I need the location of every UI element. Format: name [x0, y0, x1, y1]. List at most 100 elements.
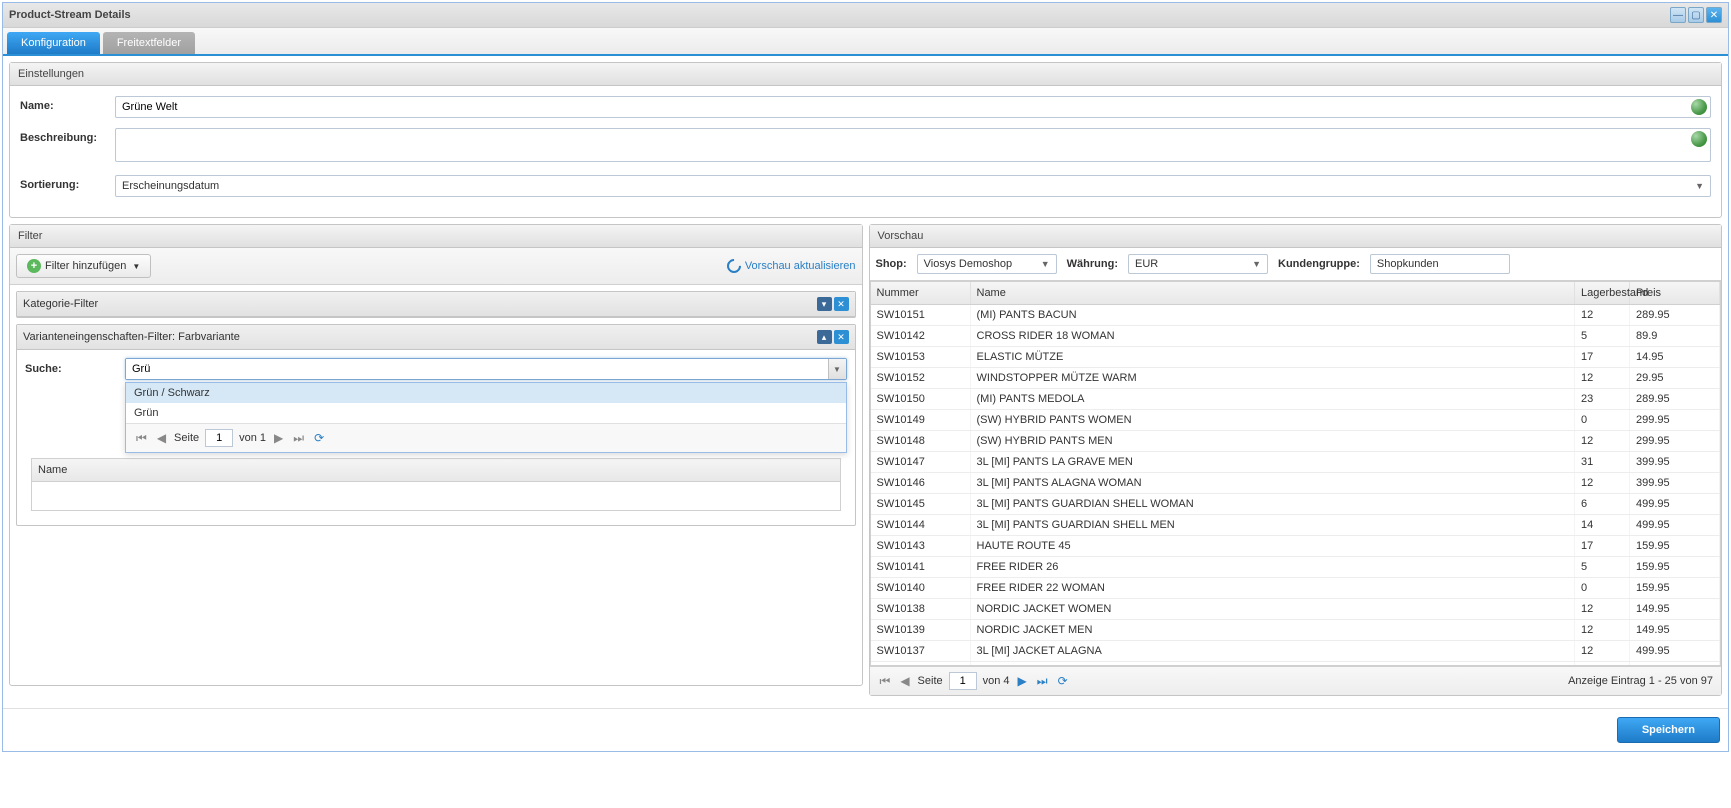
first-page-icon[interactable]: ⏮: [134, 431, 149, 446]
table-row[interactable]: SW10151(MI) PANTS BACUN12289.95: [871, 305, 1721, 326]
cell-name: NORDIC JACKET MEN: [971, 620, 1576, 640]
col-stock[interactable]: Lagerbestand: [1575, 282, 1630, 304]
minimize-icon[interactable]: —: [1670, 7, 1686, 23]
cell-stock: 23: [1575, 662, 1630, 665]
category-filter: Kategorie-Filter ▾ ✕: [16, 291, 856, 318]
chevron-down-icon: ▼: [1041, 259, 1050, 269]
cell-price: 499.95: [1630, 641, 1720, 661]
collapse-icon[interactable]: ▾: [817, 297, 832, 311]
search-input[interactable]: [126, 359, 828, 379]
filter-panel-title: Filter: [10, 225, 862, 248]
cell-name: 3L [MI] PANTS ALAGNA WOMAN: [971, 473, 1576, 493]
table-row[interactable]: SW10136MERINO TEC-FLEECE JACKET HERREN23…: [871, 662, 1721, 665]
add-filter-button[interactable]: + Filter hinzufügen ▼: [16, 254, 151, 278]
refresh-icon[interactable]: ⟳: [312, 431, 326, 445]
table-row[interactable]: SW10148(SW) HYBRID PANTS MEN12299.95: [871, 431, 1721, 452]
preview-panel: Vorschau Shop: Viosys Demoshop ▼ Währung…: [869, 224, 1723, 696]
table-row[interactable]: SW10153ELASTIC MÜTZE1714.95: [871, 347, 1721, 368]
dropdown-item[interactable]: Grün / Schwarz: [126, 383, 846, 403]
shop-combo[interactable]: Viosys Demoshop ▼: [917, 254, 1057, 274]
cell-stock: 6: [1575, 494, 1630, 514]
table-row[interactable]: SW10150(MI) PANTS MEDOLA23289.95: [871, 389, 1721, 410]
first-page-icon[interactable]: ⏮: [878, 674, 893, 689]
cell-price: 159.95: [1630, 536, 1720, 556]
collapse-icon[interactable]: ▴: [817, 330, 832, 344]
table-row[interactable]: SW101373L [MI] JACKET ALAGNA12499.95: [871, 641, 1721, 662]
desc-input[interactable]: [115, 128, 1711, 162]
refresh-icon[interactable]: ⟳: [1056, 674, 1070, 688]
group-value: Shopkunden: [1377, 258, 1439, 270]
cell-name: NORDIC JACKET WOMEN: [971, 599, 1576, 619]
prev-page-icon[interactable]: ◀: [898, 674, 911, 688]
last-page-icon[interactable]: ⏭: [291, 431, 306, 446]
group-label: Kundengruppe:: [1278, 258, 1360, 270]
sort-combo[interactable]: Erscheinungsdatum ▼: [115, 175, 1711, 197]
cell-name: (MI) PANTS MEDOLA: [971, 389, 1576, 409]
cell-price: 149.95: [1630, 620, 1720, 640]
cell-name: FREE RIDER 26: [971, 557, 1576, 577]
dropdown-item[interactable]: Grün: [126, 403, 846, 423]
cell-number: SW10153: [871, 347, 971, 367]
globe-icon[interactable]: [1691, 131, 1707, 147]
table-row[interactable]: SW101443L [MI] PANTS GUARDIAN SHELL MEN1…: [871, 515, 1721, 536]
variant-filter-label: Varianteneingenschaften-Filter: Farbvari…: [23, 331, 240, 343]
cell-number: SW10148: [871, 431, 971, 451]
chevron-down-icon[interactable]: ▼: [828, 359, 846, 379]
table-row[interactable]: SW10138NORDIC JACKET WOMEN12149.95: [871, 599, 1721, 620]
tab-freitextfelder[interactable]: Freitextfelder: [103, 32, 195, 54]
window-title: Product-Stream Details: [9, 9, 1670, 21]
cell-price: 219.95: [1630, 662, 1720, 665]
globe-icon[interactable]: [1691, 99, 1707, 115]
cell-stock: 12: [1575, 473, 1630, 493]
close-icon[interactable]: ✕: [834, 297, 849, 311]
refresh-preview-button[interactable]: Vorschau aktualisieren: [727, 259, 856, 273]
cell-price: 14.95: [1630, 347, 1720, 367]
cell-number: SW10147: [871, 452, 971, 472]
next-page-icon[interactable]: ▶: [1016, 674, 1029, 688]
cell-name: HAUTE ROUTE 45: [971, 536, 1576, 556]
cell-price: 299.95: [1630, 410, 1720, 430]
grid-body[interactable]: SW10151(MI) PANTS BACUN12289.95SW10142CR…: [871, 305, 1721, 665]
table-row[interactable]: SW10141FREE RIDER 265159.95: [871, 557, 1721, 578]
cell-price: 499.95: [1630, 515, 1720, 535]
cell-stock: 5: [1575, 557, 1630, 577]
settings-panel: Einstellungen Name: Beschreibung:: [9, 62, 1722, 218]
col-number[interactable]: Nummer: [871, 282, 971, 304]
cell-name: 3L [MI] JACKET ALAGNA: [971, 641, 1576, 661]
cell-stock: 12: [1575, 305, 1630, 325]
table-row[interactable]: SW101453L [MI] PANTS GUARDIAN SHELL WOMA…: [871, 494, 1721, 515]
table-row[interactable]: SW101473L [MI] PANTS LA GRAVE MEN31399.9…: [871, 452, 1721, 473]
table-row[interactable]: SW10140FREE RIDER 22 WOMAN0159.95: [871, 578, 1721, 599]
cell-number: SW10145: [871, 494, 971, 514]
table-row[interactable]: SW10142CROSS RIDER 18 WOMAN589.9: [871, 326, 1721, 347]
prev-page-icon[interactable]: ◀: [155, 431, 168, 445]
currency-combo[interactable]: EUR ▼: [1128, 254, 1268, 274]
name-input[interactable]: [115, 96, 1711, 118]
table-row[interactable]: SW10152WINDSTOPPER MÜTZE WARM1229.95: [871, 368, 1721, 389]
col-price[interactable]: Preis: [1630, 282, 1720, 304]
last-page-icon[interactable]: ⏭: [1035, 674, 1050, 689]
category-filter-label: Kategorie-Filter: [23, 298, 98, 310]
cell-stock: 0: [1575, 578, 1630, 598]
cell-stock: 12: [1575, 641, 1630, 661]
page-input[interactable]: [949, 672, 977, 690]
dropdown-paging: ⏮ ◀ Seite von 1 ▶ ⏭ ⟳: [126, 423, 846, 452]
save-button[interactable]: Speichern: [1617, 717, 1720, 743]
group-combo[interactable]: Shopkunden: [1370, 254, 1510, 274]
table-row[interactable]: SW10143HAUTE ROUTE 4517159.95: [871, 536, 1721, 557]
table-row[interactable]: SW101463L [MI] PANTS ALAGNA WOMAN12399.9…: [871, 473, 1721, 494]
tab-konfiguration[interactable]: Konfiguration: [7, 32, 100, 54]
table-row[interactable]: SW10149(SW) HYBRID PANTS WOMEN0299.95: [871, 410, 1721, 431]
preview-paging: ⏮ ◀ Seite von 4 ▶ ⏭ ⟳ Anzeige Eintrag 1 …: [870, 666, 1722, 695]
next-page-icon[interactable]: ▶: [272, 431, 285, 445]
close-icon[interactable]: ✕: [834, 330, 849, 344]
shop-value: Viosys Demoshop: [924, 258, 1012, 270]
refresh-icon: [724, 256, 744, 276]
maximize-icon[interactable]: ▢: [1688, 7, 1704, 23]
dd-page-input[interactable]: [205, 429, 233, 447]
cell-stock: 5: [1575, 326, 1630, 346]
col-name[interactable]: Name: [971, 282, 1576, 304]
table-row[interactable]: SW10139NORDIC JACKET MEN12149.95: [871, 620, 1721, 641]
search-combo[interactable]: ▼: [125, 358, 847, 380]
close-icon[interactable]: ✕: [1706, 7, 1722, 23]
